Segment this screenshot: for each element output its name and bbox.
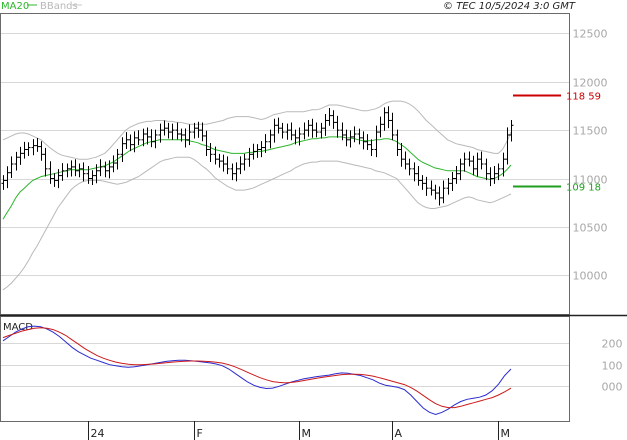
price-tick-label: 11500 [573, 125, 608, 138]
macd-y-axis: 000 100 200 [602, 338, 623, 394]
legend-bbands: BBands [40, 1, 78, 12]
price-tick-label: 10500 [573, 222, 608, 235]
macd-tick-label: 200 [602, 338, 623, 351]
date-axis: 24 F M A M [88, 421, 511, 440]
date-label: 24 [91, 427, 105, 440]
macd-tick-label: 100 [602, 360, 623, 373]
date-label: F [197, 427, 203, 440]
copyright-label: © TEC 10/5/2024 3:0 GMT [443, 1, 576, 12]
price-tick-label: 10000 [573, 270, 608, 283]
resistance-level-label: 118 59 [566, 92, 601, 103]
price-y-axis: 100001050011000115001200012500 [573, 28, 608, 283]
price-tick-label: 12500 [573, 28, 608, 41]
price-tick-label: 12000 [573, 77, 608, 90]
date-label: M [501, 427, 511, 440]
legend-ma20: MA20 [1, 1, 29, 12]
chart-root: MA20 BBands © TEC 10/5/2024 3:0 GMT 1000… [0, 1, 627, 440]
macd-panel-frame [0, 316, 570, 422]
date-label: M [302, 427, 312, 440]
macd-tick-label: 000 [602, 381, 623, 394]
date-label: A [395, 427, 403, 440]
support-level-label: 109 18 [566, 183, 601, 194]
price-panel-frame [0, 13, 570, 315]
